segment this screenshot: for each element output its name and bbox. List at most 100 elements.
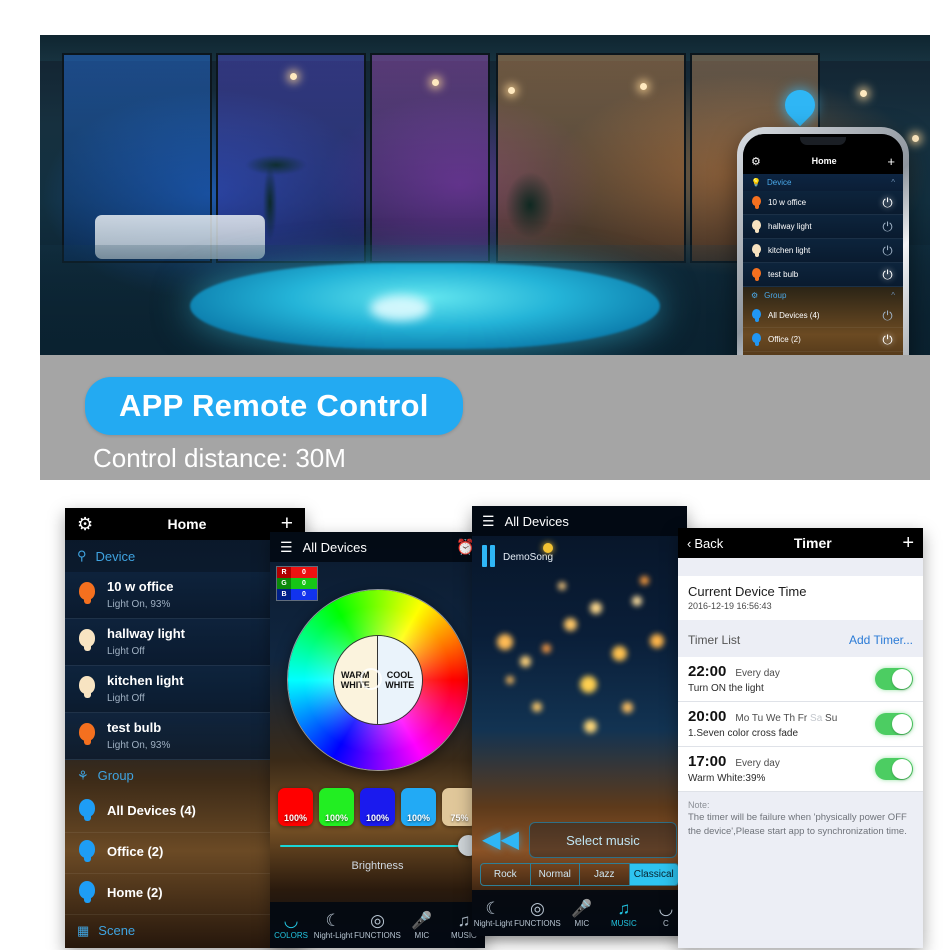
screenshot-music-panel: ☰ All Devices DemoSong ◀◀ Select music R… <box>472 506 687 936</box>
timer-repeat-off: Sa <box>810 713 823 724</box>
music-mode-jazz[interactable]: Jazz <box>580 864 630 885</box>
color-swatch[interactable]: 100% <box>360 788 395 826</box>
home-group-row[interactable]: Office (2) <box>65 833 305 874</box>
gear-icon[interactable]: ⚙ <box>77 514 93 535</box>
phone-group-name: Office (2) <box>768 334 801 344</box>
hero-image: ⚙ Home + 💡 Device ^ 10 w office hallway <box>40 35 930 355</box>
brightness-slider[interactable] <box>280 845 475 847</box>
home-section-group[interactable]: ⚘ Group <box>65 760 305 792</box>
group-icon: ⚘ <box>77 767 89 783</box>
color-wheel-knob[interactable] <box>359 668 382 690</box>
plus-icon[interactable]: + <box>887 154 895 169</box>
back-button[interactable]: ‹ Back <box>687 536 723 551</box>
nav-tab-colors[interactable]: ◡ COLORS <box>270 911 312 940</box>
timer-row[interactable]: 20:00 Mo Tu We Th Fr Sa Su 1.Seven color… <box>678 702 923 747</box>
power-toggle-icon[interactable] <box>880 243 895 258</box>
phone-device-row[interactable]: 10 w office <box>743 191 903 215</box>
phone-device-name: 10 w office <box>768 197 807 207</box>
moon-icon: ☾ <box>485 898 501 918</box>
striped-circle-icon: ◎ <box>370 910 385 930</box>
power-toggle-icon[interactable] <box>880 267 895 282</box>
add-timer-link[interactable]: Add Timer... <box>849 633 913 647</box>
nav-tab-mic[interactable]: 🎤 MIC <box>561 899 603 928</box>
color-swatch[interactable]: 100% <box>319 788 354 826</box>
bulb-icon <box>751 243 762 258</box>
rgb-b-label: B <box>277 589 291 600</box>
home-device-row[interactable]: hallway light Light Off <box>65 618 305 666</box>
home-device-status: Light Off <box>107 692 145 704</box>
phone-group-row[interactable]: Home (2) <box>743 352 903 355</box>
home-title: Home <box>167 516 207 532</box>
bokeh-light <box>584 720 597 733</box>
home-group-name: All Devices (4) <box>107 803 196 819</box>
bokeh-light <box>612 646 627 661</box>
rewind-icon[interactable]: ◀◀ <box>482 828 519 852</box>
timer-toggle[interactable] <box>875 758 913 780</box>
music-mode-classical[interactable]: Classical <box>629 864 678 885</box>
bulb-icon <box>751 195 762 210</box>
home-device-row[interactable]: 10 w office Light On, 93% <box>65 572 305 619</box>
home-group-row[interactable]: All Devices (4) <box>65 792 305 833</box>
music-mode-normal[interactable]: Normal <box>531 864 580 885</box>
timer-row[interactable]: 17:00 Every day Warm White:39% <box>678 747 923 792</box>
phone-section-device[interactable]: 💡 Device ^ <box>743 174 903 191</box>
gear-icon[interactable]: ⚙ <box>751 155 761 168</box>
bulb-icon <box>77 582 97 607</box>
banner-subtitle: Control distance: 30M <box>93 443 346 473</box>
rgb-readout: R0 G0 B0 <box>276 566 318 601</box>
pause-icon[interactable] <box>482 545 495 567</box>
home-device-status: Light On, 93% <box>107 598 171 610</box>
list-icon[interactable]: ☰ <box>482 513 495 530</box>
music-track-name: DemoSong <box>503 552 554 563</box>
timer-toggle[interactable] <box>875 668 913 690</box>
power-toggle-icon[interactable] <box>880 195 895 210</box>
brightness-label: Brightness <box>351 860 404 872</box>
chevron-up-icon[interactable]: ^ <box>891 291 895 300</box>
bokeh-light <box>558 582 566 590</box>
color-swatch-row: 100% 100% 100% 100% 75% <box>278 788 477 826</box>
phone-device-row[interactable]: kitchen light <box>743 239 903 263</box>
nav-label: MIC <box>414 930 430 940</box>
nav-tab-mic[interactable]: 🎤 MIC <box>401 911 443 940</box>
music-progress-knob[interactable] <box>543 543 554 553</box>
home-section-device[interactable]: ⚲ Device <box>65 540 305 572</box>
bulb-icon <box>751 219 762 234</box>
home-device-row[interactable]: test bulb Light On, 93% <box>65 712 305 760</box>
bulb-icon <box>77 723 97 748</box>
nav-tab-night-light[interactable]: ☾ Night-Light <box>312 911 354 940</box>
music-mode-rock[interactable]: Rock <box>481 864 531 885</box>
phone-group-row[interactable]: Office (2) <box>743 328 903 352</box>
color-swatch[interactable]: 100% <box>401 788 436 826</box>
plus-icon[interactable]: + <box>902 532 914 555</box>
list-icon[interactable]: ☰ <box>280 539 293 556</box>
color-wheel[interactable]: WARM WHITE COOL WHITE <box>287 590 468 770</box>
phone-group-name: All Devices (4) <box>768 310 820 320</box>
timer-toggle[interactable] <box>875 713 913 735</box>
current-device-time-card: Current Device Time 2016-12-19 16:56:43 <box>678 576 923 620</box>
home-device-row[interactable]: kitchen light Light Off <box>65 665 305 713</box>
power-toggle-icon[interactable] <box>880 219 895 234</box>
nav-tab-functions[interactable]: ◎ FUNCTIONS <box>354 911 401 940</box>
home-device-status: Light On, 93% <box>107 739 171 751</box>
bulb-icon <box>751 332 762 347</box>
phone-group-row[interactable]: All Devices (4) <box>743 304 903 328</box>
nav-tab-night-light[interactable]: ☾ Night-Light <box>472 899 514 928</box>
phone-device-row[interactable]: hallway light <box>743 215 903 239</box>
nav-tab-functions[interactable]: ◎ FUNCTIONS <box>514 899 561 928</box>
power-toggle-icon[interactable] <box>880 332 895 347</box>
chevron-up-icon[interactable]: ^ <box>891 178 895 187</box>
color-swatch[interactable]: 100% <box>278 788 313 826</box>
power-toggle-icon[interactable] <box>880 308 895 323</box>
timer-row[interactable]: 22:00 Every day Turn ON the light <box>678 657 923 702</box>
microphone-icon: 🎤 <box>411 910 433 930</box>
rainbow-arc-icon: ◡ <box>283 910 299 930</box>
home-group-row[interactable]: Home (2) <box>65 874 305 915</box>
home-section-scene[interactable]: ▦ Scene <box>65 915 305 947</box>
phone-section-group[interactable]: ⚙ Group ^ <box>743 287 903 304</box>
phone-device-row[interactable]: test bulb <box>743 263 903 287</box>
music-player: DemoSong <box>472 536 687 573</box>
cool-white-half[interactable]: COOL WHITE <box>378 636 422 724</box>
swatch-label: 100% <box>324 813 349 823</box>
nav-tab-music[interactable]: ♫ MUSIC <box>603 899 645 928</box>
select-music-button[interactable]: Select music <box>528 822 677 858</box>
